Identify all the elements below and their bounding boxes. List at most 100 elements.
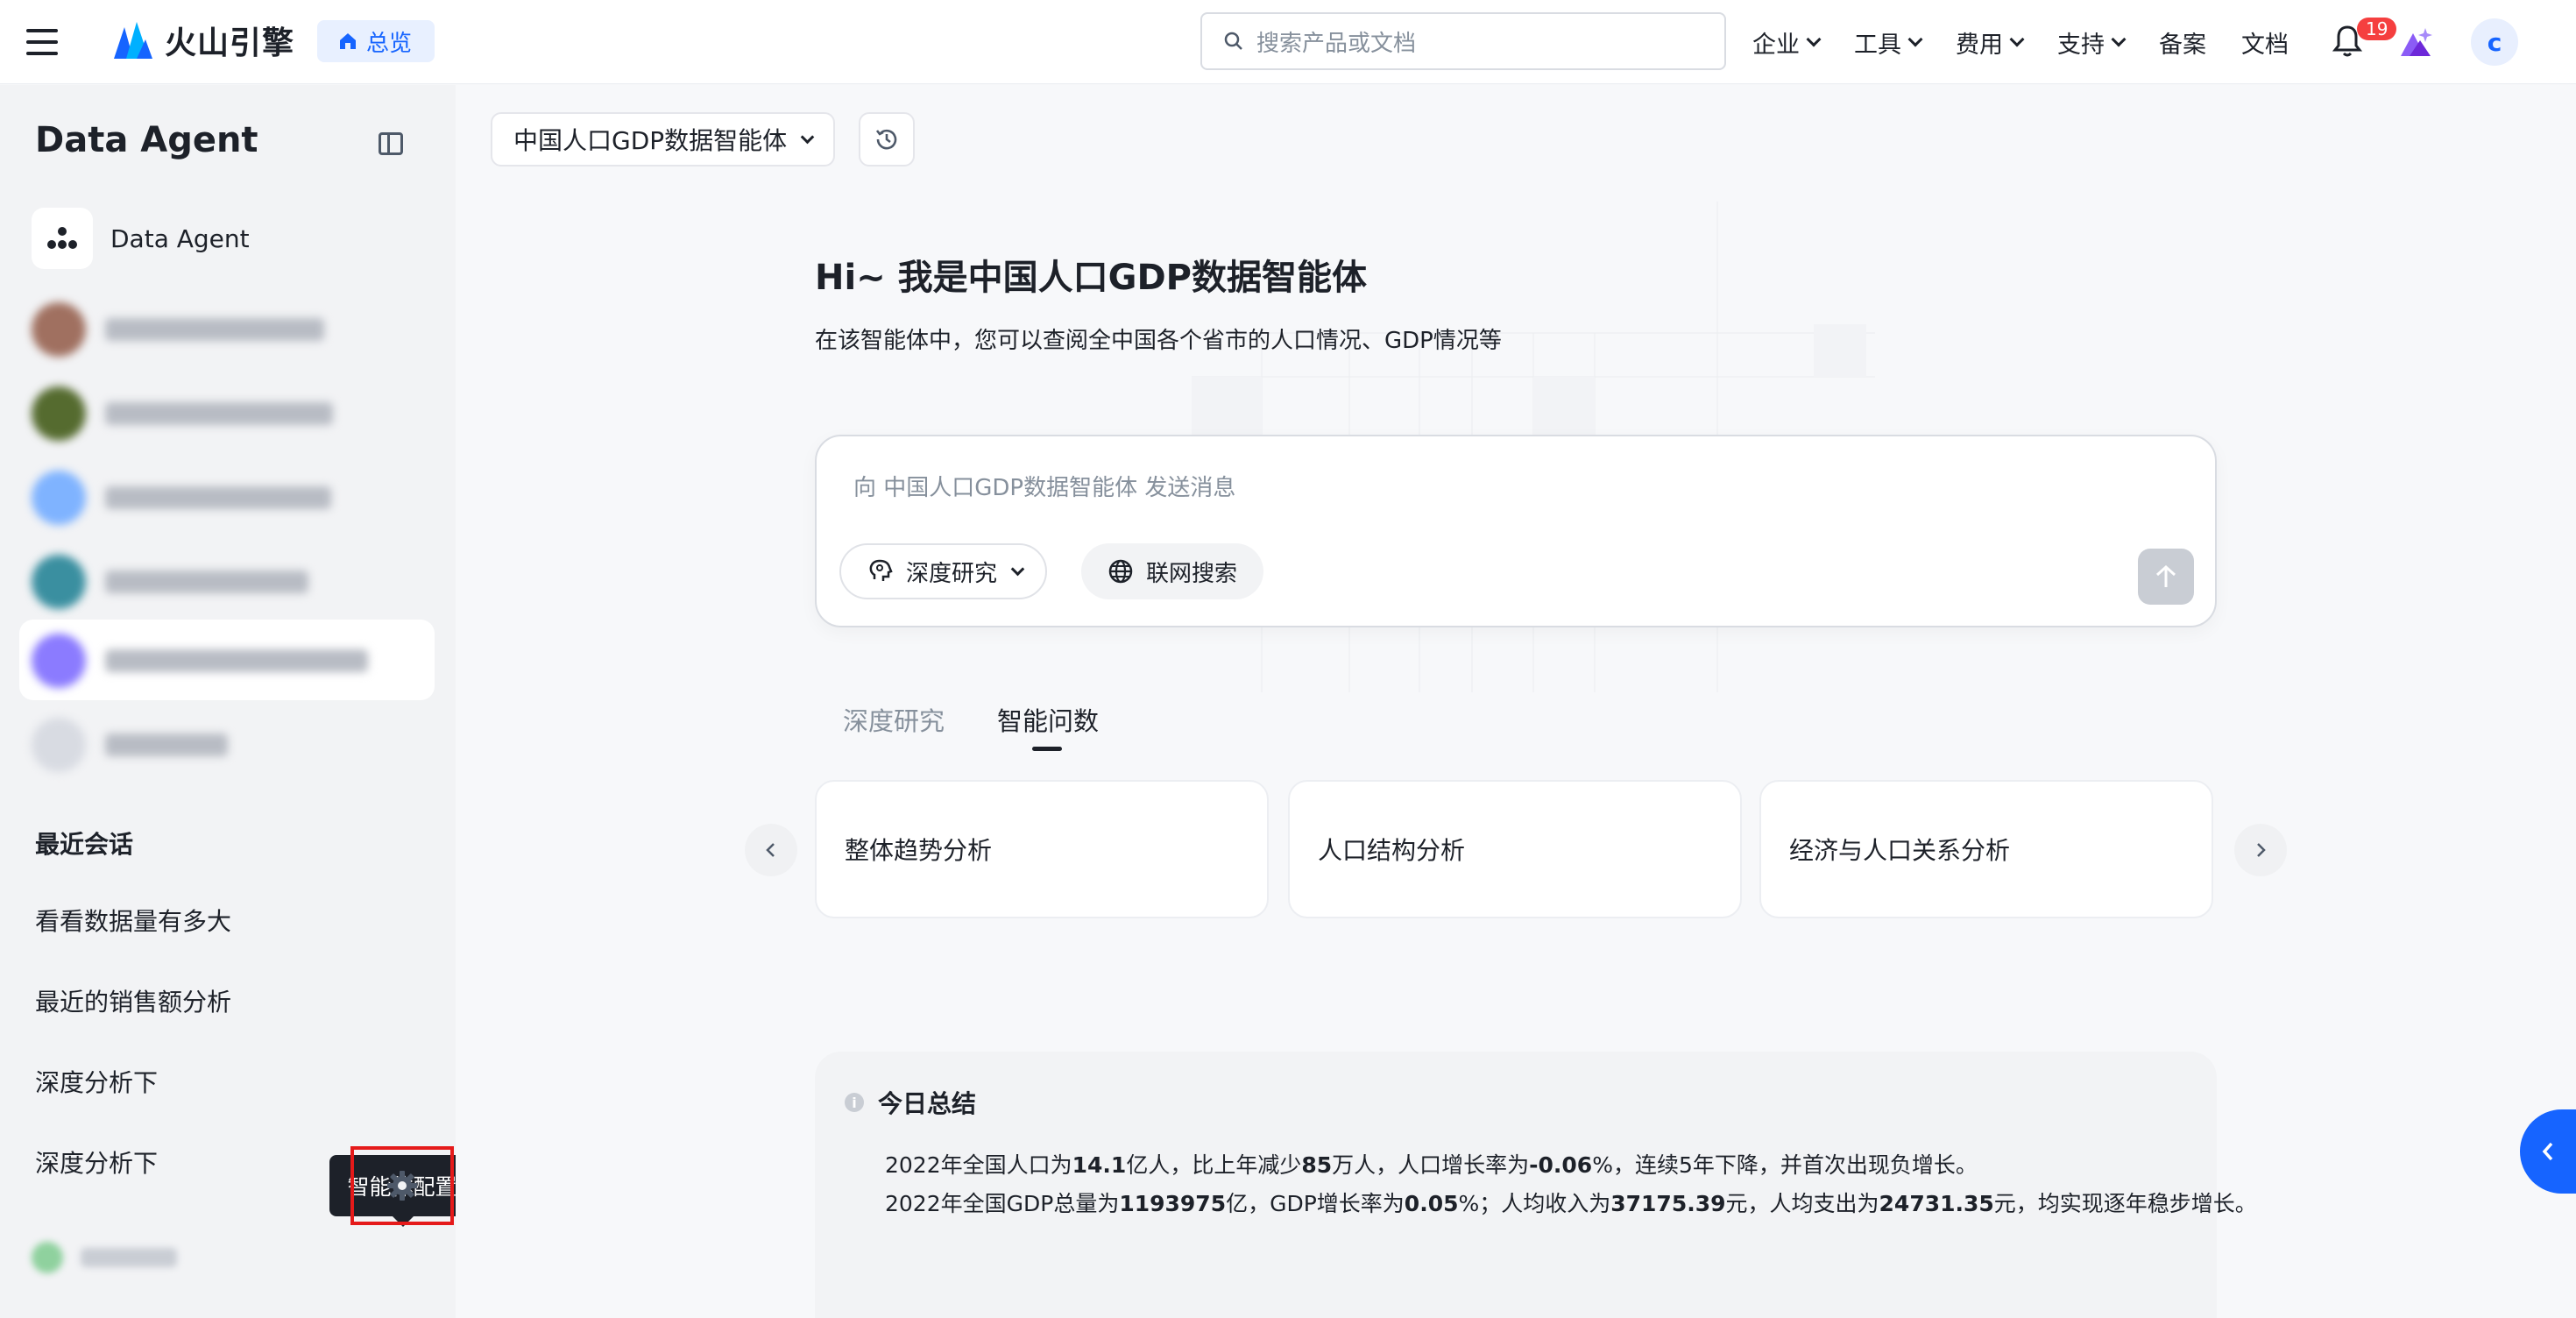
nav-label: 支持 <box>2057 31 2105 59</box>
blurred-label <box>105 402 333 425</box>
recent-sessions-title: 最近会话 <box>35 830 134 859</box>
avatar <box>32 302 86 357</box>
gear-icon <box>387 1171 417 1201</box>
data-agent-icon <box>32 208 93 269</box>
brand-logo[interactable]: 火山引擎 <box>110 18 294 63</box>
summary-title: 今日总结 <box>878 1089 977 1118</box>
chevron-down-icon <box>800 130 815 144</box>
agent-config-button[interactable] <box>350 1146 454 1225</box>
brand-name: 火山引擎 <box>165 25 295 61</box>
nav-label: 企业 <box>1752 31 1800 59</box>
nav-billing[interactable]: 费用 <box>1956 25 2025 60</box>
sidebar-item-blurred[interactable] <box>32 555 308 609</box>
nav-filing[interactable]: 备案 <box>2159 25 2206 60</box>
chevron-down-icon <box>1806 32 1822 47</box>
recent-session-item[interactable]: 深度分析下 <box>35 1144 158 1180</box>
avatar <box>32 718 86 772</box>
avatar <box>32 634 86 688</box>
chat-input-placeholder[interactable]: 向 中国人口GDP数据智能体 发送消息 <box>853 470 1235 502</box>
history-icon <box>875 129 897 150</box>
deep-research-toggle[interactable]: 深度研究 <box>839 543 1048 599</box>
carousel-next-button[interactable] <box>2234 824 2287 876</box>
tab-deep-research[interactable]: 深度研究 <box>843 701 945 738</box>
deep-research-label: 深度研究 <box>906 560 998 587</box>
nav-label: 费用 <box>1956 31 2003 59</box>
summary-text: 2022年全国人口为 <box>885 1152 1072 1178</box>
collapse-sidebar-icon[interactable] <box>379 132 403 155</box>
recent-session-item[interactable]: 深度分析下 <box>35 1064 158 1099</box>
info-icon: i <box>845 1093 864 1112</box>
agent-selector-label: 中国人口GDP数据智能体 <box>513 126 788 155</box>
overview-button[interactable]: 总览 <box>317 20 435 62</box>
send-button[interactable] <box>2138 549 2194 605</box>
chevron-right-icon <box>2257 843 2266 857</box>
brain-icon <box>869 559 893 581</box>
carousel-prev-button[interactable] <box>745 824 797 876</box>
agent-selector-dropdown[interactable]: 中国人口GDP数据智能体 <box>491 112 836 167</box>
summary-line-gdp: 2022年全国GDP总量为1193975亿，GDP增长率为0.05%；人均收入为… <box>885 1187 2257 1218</box>
sidebar-item-data-agent[interactable]: Data Agent <box>32 208 250 269</box>
menu-icon[interactable] <box>26 29 58 55</box>
summary-value: 1193975 <box>1119 1191 1227 1216</box>
home-icon <box>340 33 356 49</box>
nav-support[interactable]: 支持 <box>2057 25 2127 60</box>
nav-label: 文档 <box>2241 31 2289 59</box>
summary-value: -0.06 <box>1529 1152 1593 1178</box>
top-nav: 企业 工具 费用 支持 备案 文档 <box>1752 21 2324 63</box>
daily-summary-panel: i 今日总结 2022年全国人口为14.1亿人，比上年减少85万人，人口增长率为… <box>815 1052 2257 1318</box>
nav-label: 工具 <box>1854 31 1901 59</box>
blurred-label <box>105 486 331 509</box>
search-placeholder: 搜索产品或文档 <box>1256 30 1417 57</box>
hero-title: Hi~ 我是中国人口GDP数据智能体 <box>815 258 1367 298</box>
history-button[interactable] <box>859 112 915 167</box>
recent-session-item[interactable]: 最近的销售额分析 <box>35 983 231 1018</box>
blurred-label <box>105 570 308 593</box>
ai-assistant-icon[interactable] <box>2399 26 2434 58</box>
summary-value: 14.1 <box>1072 1152 1127 1178</box>
summary-value: 85 <box>1301 1152 1333 1178</box>
sidebar-item-label: Data Agent <box>110 223 250 253</box>
search-input[interactable]: 搜索产品或文档 <box>1200 12 1726 70</box>
top-bar: 火山引擎 总览 搜索产品或文档 企业 工具 费用 支持 备案 文档 19 c <box>0 0 2576 84</box>
nav-tools[interactable]: 工具 <box>1854 25 1923 60</box>
hero-subtitle: 在该智能体中，您可以查阅全中国各个省市的人口情况、GDP情况等 <box>815 328 1502 354</box>
notification-badge: 19 <box>2357 18 2397 40</box>
user-profile-blurred[interactable] <box>32 1242 177 1273</box>
sidebar-item-blurred[interactable] <box>32 471 331 525</box>
summary-text: 亿，GDP增长率为 <box>1226 1191 1405 1216</box>
avatar <box>32 555 86 609</box>
arrow-up-icon <box>2155 564 2176 587</box>
web-search-toggle[interactable]: 联网搜索 <box>1081 543 1264 599</box>
suggestion-card[interactable]: 经济与人口关系分析 <box>1759 780 2213 918</box>
sidebar-item-blurred[interactable] <box>32 718 228 772</box>
suggestion-card[interactable]: 整体趋势分析 <box>815 780 1269 918</box>
blurred-label <box>81 1248 177 1267</box>
blurred-label <box>105 318 324 341</box>
sidebar-item-blurred[interactable] <box>32 634 368 688</box>
nav-enterprise[interactable]: 企业 <box>1752 25 1822 60</box>
sidebar-item-blurred[interactable] <box>32 386 333 441</box>
summary-header: i 今日总结 <box>845 1085 976 1120</box>
sidebar-item-blurred[interactable] <box>32 302 324 357</box>
nav-label: 备案 <box>2159 31 2206 59</box>
web-search-label: 联网搜索 <box>1146 560 1238 587</box>
nav-docs[interactable]: 文档 <box>2241 25 2289 60</box>
summary-text: 元，人均支出为 <box>1725 1191 1879 1216</box>
summary-value: 37175.39 <box>1610 1191 1726 1216</box>
user-avatar[interactable]: c <box>2471 18 2518 66</box>
blurred-label <box>105 733 228 756</box>
chevron-down-icon <box>2009 32 2025 47</box>
avatar <box>32 386 86 441</box>
recent-session-item[interactable]: 看看数据量有多大 <box>35 903 231 938</box>
summary-line-population: 2022年全国人口为14.1亿人，比上年减少85万人，人口增长率为-0.06%，… <box>885 1148 1978 1180</box>
avatar <box>32 1242 63 1273</box>
globe-icon <box>1108 559 1133 584</box>
search-icon <box>1224 32 1242 50</box>
tab-smart-query[interactable]: 智能问数 <box>997 701 1099 738</box>
chat-input-box[interactable]: 向 中国人口GDP数据智能体 发送消息 深度研究 联网搜索 <box>815 435 2217 627</box>
summary-value: 24731.35 <box>1879 1191 1994 1216</box>
chevron-down-icon <box>1010 562 1025 576</box>
suggestion-card[interactable]: 人口结构分析 <box>1288 780 1742 918</box>
sidebar: Data Agent Data Agent 最近会话 看看数据量有多大 最近的销… <box>0 85 456 1318</box>
chevron-left-icon <box>2542 1142 2553 1161</box>
